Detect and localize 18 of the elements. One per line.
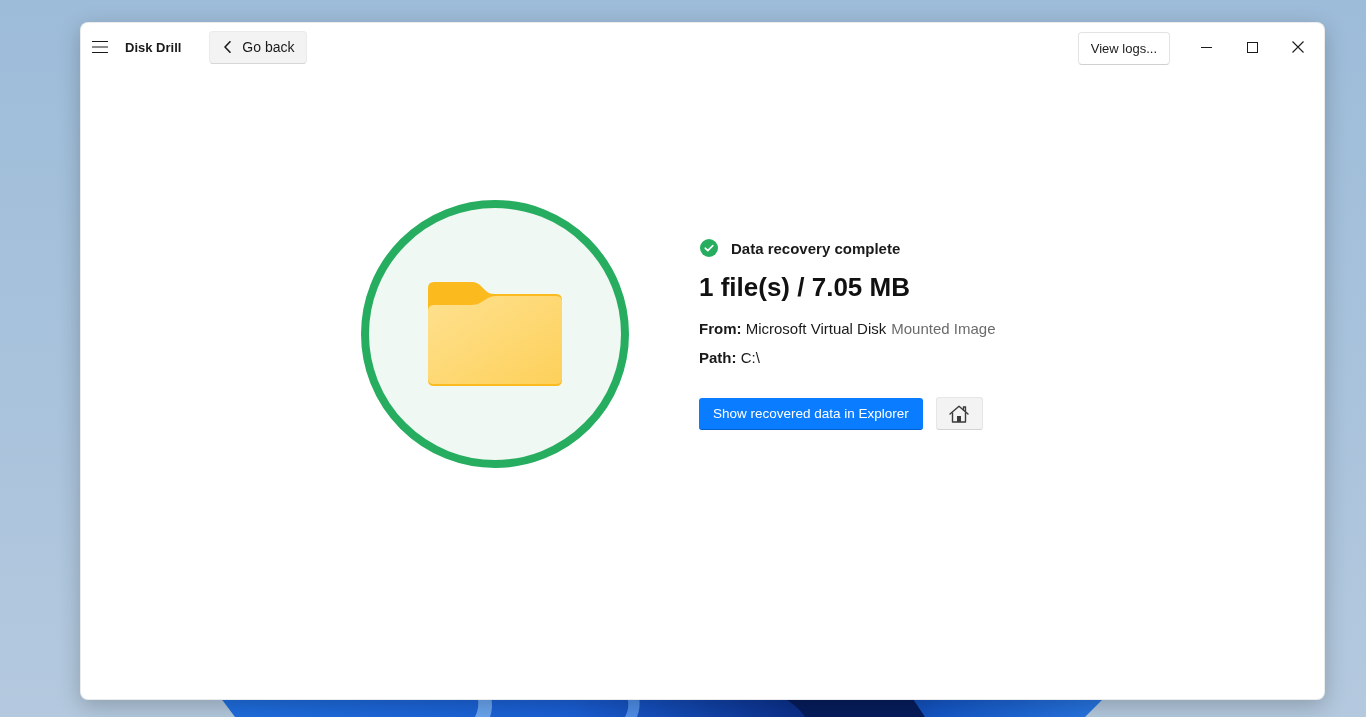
minimize-icon [1200,46,1212,48]
show-in-explorer-button[interactable]: Show recovered data in Explorer [699,397,923,430]
status-text: Data recovery complete [731,239,901,257]
go-back-button[interactable]: Go back [209,30,307,64]
source-type-text: Mounted Image [891,319,996,339]
view-logs-button[interactable]: View logs... [1077,31,1170,65]
chevron-left-icon [224,41,232,53]
window-title: Disk Drill [125,39,182,55]
folder-icon [428,282,562,386]
path-text: Path: C:\ [699,348,760,368]
menu-icon [92,41,108,53]
home-button[interactable] [935,397,983,430]
source-text: From: Microsoft Virtual Disk [699,319,887,339]
maximize-icon [1246,41,1258,53]
close-icon [1292,41,1304,53]
home-icon [949,404,970,423]
summary-text: 1 file(s) / 7.05 MB [699,271,910,304]
check-circle-icon [700,239,718,257]
